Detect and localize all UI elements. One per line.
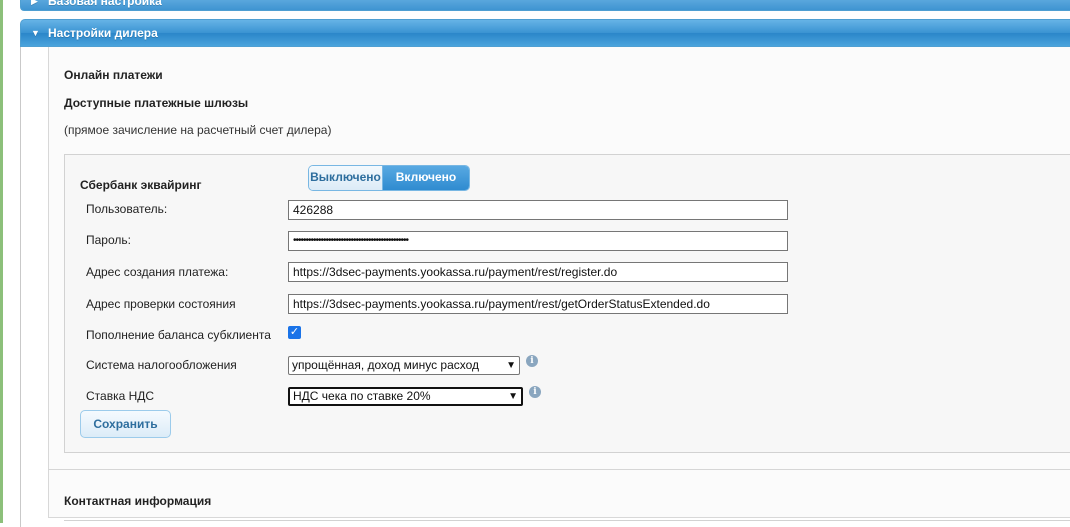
password-label: Пароль:: [86, 233, 131, 247]
tax-system-label: Система налогообложения: [86, 358, 237, 372]
subclient-checkbox[interactable]: ✓: [288, 326, 301, 339]
tax-system-value: упрощённая, доход минус расход: [292, 358, 480, 372]
chevron-down-icon: ▼: [506, 360, 516, 371]
vat-info-icon[interactable]: i: [529, 386, 541, 398]
create-url-input[interactable]: https://3dsec-payments.yookassa.ru/payme…: [288, 262, 788, 282]
subclient-label: Пополнение баланса субклиента: [86, 328, 271, 342]
user-label: Пользователь:: [86, 202, 168, 216]
contact-title: Контактная информация: [64, 494, 212, 508]
sberbank-toggle[interactable]: Выключено Включено: [308, 165, 470, 191]
gateways-title: Доступные платежные шлюзы: [64, 96, 249, 110]
status-url-label: Адрес проверки состояния: [86, 297, 236, 311]
save-button[interactable]: Сохранить: [80, 410, 171, 438]
password-input[interactable]: ••••••••••••••••••••••••••••••••••••••••…: [288, 231, 788, 251]
vat-label: Ставка НДС: [86, 389, 155, 403]
triangle-down-icon: ▼: [31, 28, 40, 38]
chevron-down-icon: ▼: [508, 391, 518, 402]
contact-box: [64, 520, 1070, 524]
checkmark-icon: ✓: [289, 326, 300, 338]
gateways-note: (прямое зачисление на расчетный счет дил…: [64, 123, 332, 137]
triangle-right-icon: ▶: [31, 0, 38, 6]
sberbank-title: Сбербанк эквайринг: [80, 178, 202, 192]
section-divider: [48, 469, 1070, 470]
tax-system-info-icon[interactable]: i: [526, 355, 538, 367]
user-input[interactable]: 426288: [288, 200, 788, 220]
accordion-dealer-settings-label: Настройки дилера: [48, 26, 158, 40]
accordion-basic-settings[interactable]: ▶ Базовая настройка: [20, 0, 1070, 11]
vat-value: НДС чека по ставке 20%: [293, 389, 431, 403]
online-payments-title: Онлайн платежи: [64, 68, 163, 82]
page-left-border: [0, 0, 3, 523]
status-url-input[interactable]: https://3dsec-payments.yookassa.ru/payme…: [288, 294, 788, 314]
accordion-dealer-settings[interactable]: ▼ Настройки дилера: [20, 19, 1070, 47]
create-url-label: Адрес создания платежа:: [86, 265, 229, 279]
toggle-on-button[interactable]: Включено: [383, 166, 469, 190]
tax-system-select[interactable]: упрощённая, доход минус расход ▼: [288, 356, 520, 375]
accordion-basic-settings-label: Базовая настройка: [48, 0, 162, 8]
vat-select[interactable]: НДС чека по ставке 20% ▼: [288, 387, 523, 406]
toggle-off-button[interactable]: Выключено: [309, 166, 383, 190]
